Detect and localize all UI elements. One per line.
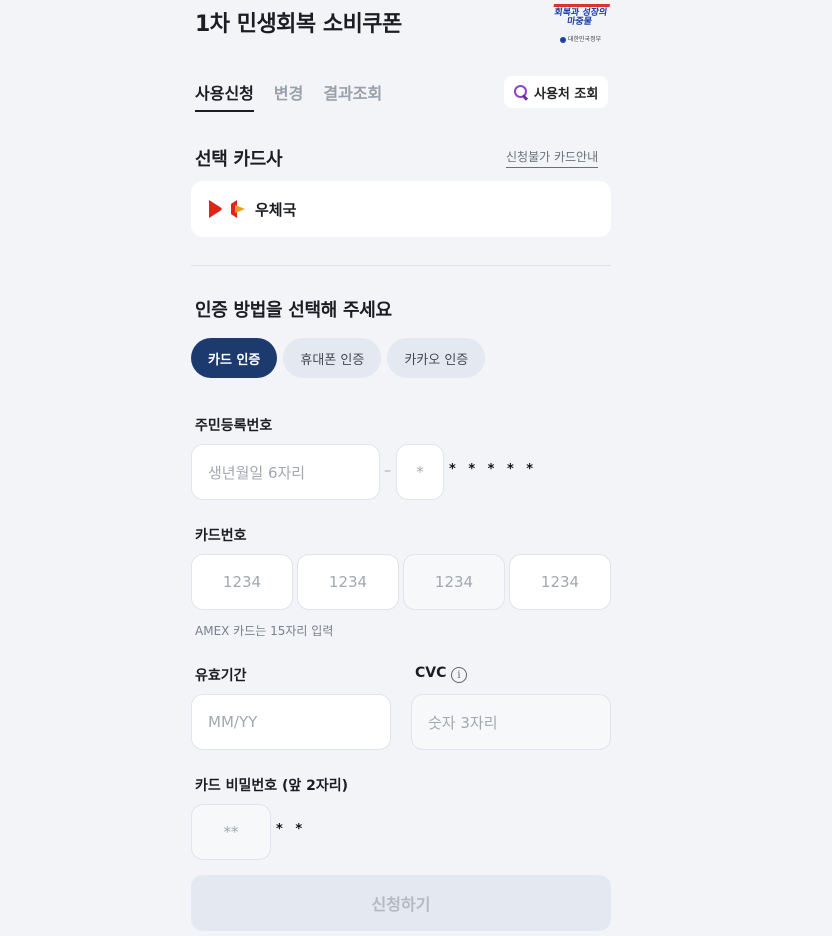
- tab-result[interactable]: 결과조회: [323, 80, 382, 112]
- info-icon[interactable]: i: [451, 667, 467, 683]
- amex-hint: AMEX 카드는 15자리 입력: [195, 624, 334, 638]
- korea-post-logo-icon: [209, 200, 245, 218]
- card-number-input-1[interactable]: 1234: [191, 554, 293, 610]
- auth-section-title: 인증 방법을 선택해 주세요: [195, 300, 392, 321]
- resident-number-dash: –: [384, 463, 391, 479]
- expiry-input[interactable]: MM/YY: [191, 694, 391, 750]
- resident-number-label: 주민등록번호: [195, 418, 273, 434]
- birth-date-input[interactable]: 생년월일 6자리: [191, 444, 380, 500]
- campaign-logo: 회복과 성장의 마중물 대한민국정부: [550, 4, 610, 44]
- card-number-label: 카드번호: [195, 528, 247, 544]
- logo-slogan: 회복과 성장의 마중물: [553, 8, 608, 27]
- cvc-label: CVC: [415, 665, 447, 681]
- logo-govname: 대한민국정부: [560, 34, 601, 43]
- store-lookup-label: 사용처 조회: [534, 86, 599, 102]
- section-divider: [191, 265, 611, 266]
- card-password-masked-digits: * *: [276, 822, 307, 837]
- expiry-label: 유효기간: [195, 668, 247, 684]
- tab-apply[interactable]: 사용신청: [195, 80, 254, 112]
- selected-card-name: 우체국: [255, 200, 297, 219]
- magnifier-icon: [514, 85, 528, 99]
- selected-card-box[interactable]: 우체국: [191, 181, 611, 237]
- card-password-input[interactable]: **: [191, 804, 271, 860]
- auth-phone-button[interactable]: 휴대폰 인증: [283, 338, 382, 378]
- card-section-title: 선택 카드사: [195, 149, 283, 170]
- auth-method-tabs: 카드 인증 휴대폰 인증 카카오 인증: [191, 338, 486, 378]
- card-password-label: 카드 비밀번호 (앞 2자리): [195, 778, 349, 794]
- ineligible-card-guide-link[interactable]: 신청불가 카드안내: [506, 148, 599, 168]
- submit-button[interactable]: 신청하기: [191, 875, 611, 931]
- card-number-input-4[interactable]: 1234: [509, 554, 611, 610]
- store-lookup-button[interactable]: 사용처 조회: [504, 76, 609, 108]
- tab-change[interactable]: 변경: [274, 80, 303, 112]
- card-number-input-2[interactable]: 1234: [297, 554, 399, 610]
- coupon-application-page: 1차 민생회복 소비쿠폰 회복과 성장의 마중물 대한민국정부 사용신청 변경 …: [0, 0, 832, 936]
- auth-kakao-button[interactable]: 카카오 인증: [387, 338, 486, 378]
- gender-digit-input[interactable]: *: [396, 444, 444, 500]
- cvc-input[interactable]: 숫자 3자리: [411, 694, 611, 750]
- card-number-input-3[interactable]: 1234: [403, 554, 505, 610]
- auth-card-button[interactable]: 카드 인증: [191, 338, 278, 378]
- page-title: 1차 민생회복 소비쿠폰: [195, 12, 402, 37]
- main-tabs: 사용신청 변경 결과조회: [195, 80, 382, 112]
- resident-masked-digits: * * * * *: [449, 462, 538, 477]
